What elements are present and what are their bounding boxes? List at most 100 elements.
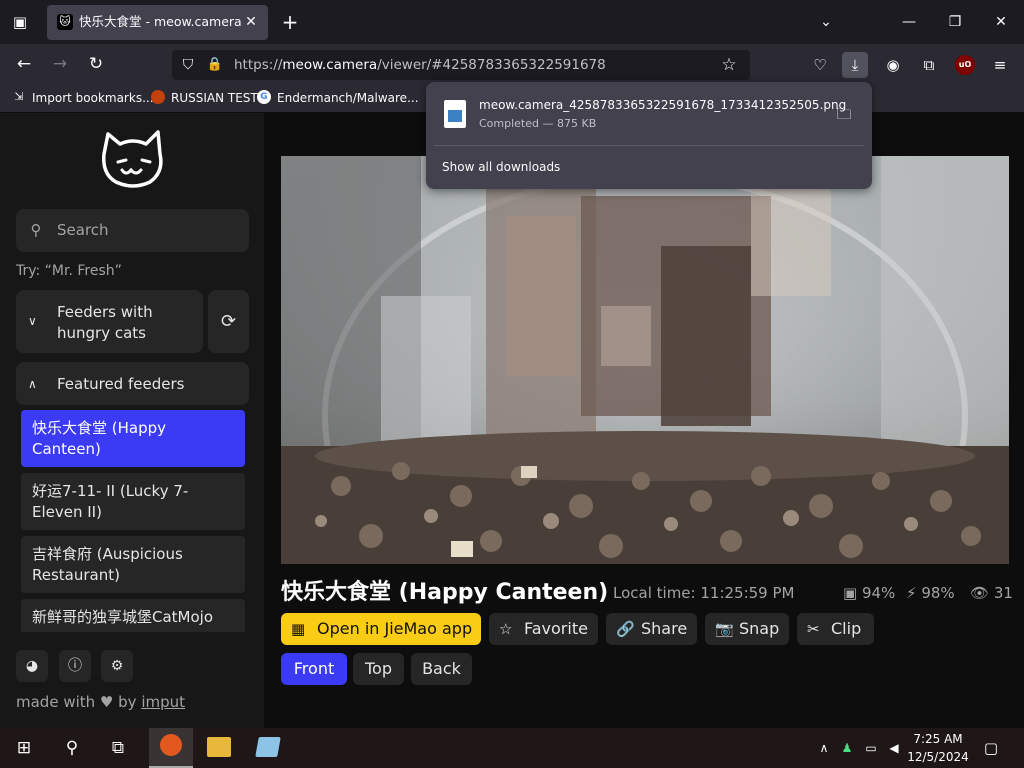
hungry-cats-label: Feeders with hungry cats: [57, 303, 153, 342]
user-tray-icon[interactable]: ♟: [838, 738, 856, 758]
new-tab-button[interactable]: +: [280, 11, 300, 33]
clip-button[interactable]: ✂ Clip: [797, 613, 874, 645]
settings-gear-icon[interactable]: ⚙: [101, 650, 133, 682]
signal-icon: ⚡: [906, 584, 917, 602]
feeder-label: 吉祥食府 (Auspicious Restaurant): [32, 545, 183, 584]
camera-icon: 📷: [715, 620, 734, 638]
feeder-item[interactable]: 吉祥食府 (Auspicious Restaurant): [21, 536, 245, 593]
camera-back-tab[interactable]: Back: [411, 653, 472, 685]
extensions-icon[interactable]: ⧉: [916, 52, 942, 78]
battery-stat: ⚡ 98%: [906, 582, 955, 604]
tab-close-icon[interactable]: ✕: [242, 12, 260, 32]
minimize-icon[interactable]: —: [886, 10, 932, 34]
taskbar-search-icon[interactable]: ⚲: [58, 734, 86, 762]
star-icon: ☆: [499, 620, 513, 638]
reload-icon[interactable]: ↻: [84, 52, 108, 76]
taskbar-firefox[interactable]: [149, 728, 193, 768]
discord-icon[interactable]: ◕: [16, 650, 48, 682]
pocket-icon[interactable]: ♡: [807, 52, 833, 78]
search-placeholder: Search: [57, 221, 109, 239]
scissors-icon: ✂: [807, 620, 820, 638]
url-scheme: https://: [234, 57, 283, 73]
search-input[interactable]: [16, 209, 249, 252]
search-hint: Try: “Mr. Fresh”: [16, 263, 122, 279]
bookmark-import[interactable]: Import bookmarks...: [32, 88, 154, 108]
share-button[interactable]: 🔗 Share: [606, 613, 697, 645]
camera-stream[interactable]: [281, 156, 1009, 564]
meow-camera-logo[interactable]: [98, 128, 168, 192]
snap-button[interactable]: 📷 Snap: [705, 613, 789, 645]
task-view-icon[interactable]: ⧉: [104, 734, 132, 762]
url-host: meow.camera: [282, 57, 378, 73]
food-level-stat: ▣ 94%: [843, 582, 895, 604]
imput-link[interactable]: imput: [141, 693, 185, 711]
restore-icon[interactable]: ❐: [932, 10, 978, 34]
search-icon: ⚲: [30, 221, 42, 239]
windows-start-icon[interactable]: ⊞: [10, 734, 38, 762]
qr-code-icon: ▦: [291, 620, 306, 638]
cat-favicon-icon: 🐱: [57, 14, 73, 30]
menu-icon[interactable]: ≡: [987, 52, 1013, 78]
bookmark-endermanch[interactable]: Endermanch/Malware...: [277, 88, 419, 108]
clock-date[interactable]: 12/5/2024: [900, 749, 976, 765]
file-explorer-icon[interactable]: [207, 737, 231, 757]
import-icon: ⇲: [14, 90, 24, 103]
feeder-item[interactable]: 好运7-11- II (Lucky 7-Eleven II): [21, 473, 245, 530]
favorite-label: Favorite: [524, 619, 588, 638]
clock-time[interactable]: 7:25 AM: [900, 731, 976, 747]
network-icon[interactable]: ▭: [862, 738, 880, 758]
viewers-stat: 👁 31: [970, 582, 1013, 604]
firefox-icon: [160, 734, 182, 756]
list-all-tabs-icon[interactable]: ⌄: [816, 12, 836, 32]
feeder-item[interactable]: 快乐大食堂 (Happy Canteen): [21, 410, 245, 467]
lock-icon[interactable]: 🔒: [205, 55, 225, 75]
feeder-label: 好运7-11- II (Lucky 7-Eleven II): [32, 482, 189, 521]
eye-icon: 👁: [970, 584, 990, 602]
show-all-downloads[interactable]: Show all downloads: [442, 158, 560, 176]
open-in-app-button[interactable]: ▦ Open in JieMao app: [281, 613, 481, 645]
bookmark-favicon-icon: [151, 90, 165, 104]
feeder-list: 快乐大食堂 (Happy Canteen) 好运7-11- II (Lucky …: [16, 406, 249, 632]
bookmark-star-icon[interactable]: ☆: [718, 54, 740, 76]
link-icon: 🔗: [616, 620, 635, 638]
image-file-icon: [444, 100, 466, 128]
downloads-divider: [434, 145, 864, 146]
url-path: /viewer/#4258783365322591678: [377, 57, 606, 73]
featured-feeders-label: Featured feeders: [57, 375, 185, 393]
camera-front-tab[interactable]: Front: [281, 653, 347, 685]
downloads-icon[interactable]: ⤓: [842, 52, 868, 78]
made-with-text: made with ♥ by: [16, 693, 137, 711]
info-icon[interactable]: ⓘ: [59, 650, 91, 682]
camera-top-tab[interactable]: Top: [353, 653, 404, 685]
account-icon[interactable]: ◉: [880, 52, 906, 78]
local-time: Local time: 11:25:59 PM: [613, 584, 795, 602]
share-label: Share: [641, 619, 688, 638]
viewers-value: 31: [993, 584, 1013, 602]
battery-value: 98%: [921, 584, 955, 602]
notepad-icon[interactable]: [255, 737, 281, 757]
back-icon[interactable]: ←: [12, 52, 36, 76]
tracking-shield-icon[interactable]: ⛉: [178, 55, 198, 75]
show-hidden-icons-icon[interactable]: ∧: [815, 738, 833, 758]
ublock-origin-icon[interactable]: uO: [955, 55, 975, 75]
forward-icon[interactable]: →: [48, 52, 72, 76]
close-window-icon[interactable]: ✕: [978, 10, 1024, 34]
favorite-button[interactable]: ☆ Favorite: [489, 613, 598, 645]
refresh-icon[interactable]: ⟳: [208, 290, 249, 353]
clip-label: Clip: [831, 619, 862, 638]
notifications-icon[interactable]: ▢: [982, 738, 1000, 758]
download-status: Completed — 875 KB: [479, 117, 597, 130]
url-text[interactable]: https://meow.camera/viewer/#425878336532…: [234, 55, 606, 75]
chevron-down-icon: ∨: [28, 314, 37, 328]
food-bowl-icon: ▣: [843, 584, 858, 602]
feeder-title: 快乐大食堂 (Happy Canteen): [281, 580, 609, 605]
feeder-item[interactable]: 新鲜哥的独享城堡CatMojo: [21, 599, 245, 632]
made-with-credit: made with ♥ by imput: [16, 692, 185, 712]
snap-label: Snap: [739, 619, 780, 638]
feeder-label: 快乐大食堂 (Happy Canteen): [32, 419, 167, 458]
download-file-name[interactable]: meow.camera_4258783365322591678_17334123…: [479, 96, 846, 114]
firefox-view-icon[interactable]: ▣: [10, 12, 30, 32]
open-in-app-label: Open in JieMao app: [317, 619, 473, 638]
folder-icon[interactable]: 🗀: [834, 104, 854, 124]
bookmark-russian-test[interactable]: RUSSIAN TEST: [171, 88, 258, 108]
